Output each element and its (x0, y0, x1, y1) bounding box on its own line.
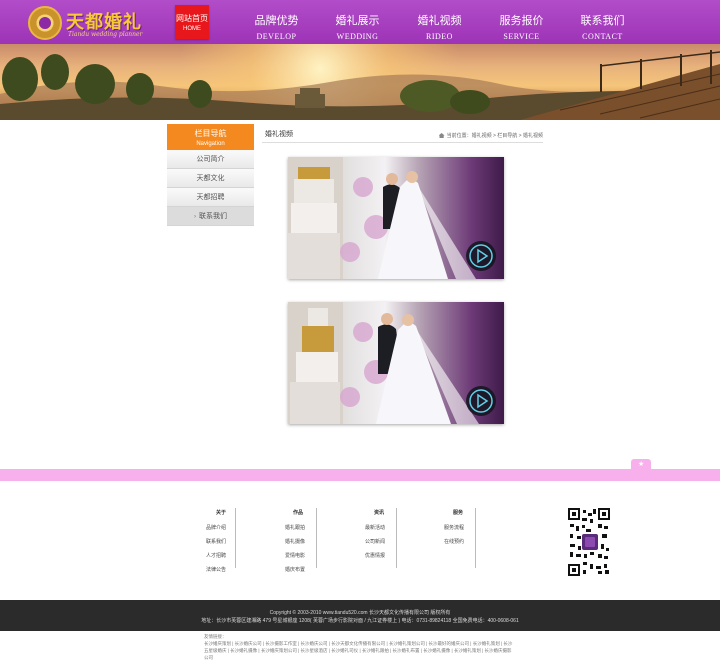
friend-link[interactable]: 长沙最好的婚庆公司 (429, 641, 470, 646)
footer-separator (396, 508, 397, 568)
copyright-text: Copyright © 2003-2010 www.tiandu520.com … (269, 610, 451, 616)
friend-link[interactable]: 长沙婚礼摄像 (230, 648, 257, 653)
friend-link[interactable]: 长沙婚礼策划 (454, 648, 481, 653)
video-thumbnail[interactable] (288, 302, 504, 424)
footer-column-works: 作品 婚礼跟拍 婚礼摄像 爱情电影 婚庆布置 (285, 509, 355, 573)
hero-banner (0, 44, 720, 120)
footer-link[interactable]: 最新活动 (365, 524, 435, 531)
friend-link[interactable]: 长沙天都文化传播有限公司 (331, 641, 385, 646)
friend-links: 友情链接： 长沙婚庆策划 | 长沙婚庆公司 | 长沙摄影工作室 | 长沙婚庆公司… (204, 633, 516, 661)
nav-item-video[interactable]: 婚礼视频 RIDEO (399, 0, 480, 44)
nav-label-en: DEVELOP (256, 32, 297, 41)
friend-link[interactable]: 长沙婚礼布置 (393, 648, 420, 653)
copyright-bar: Copyright © 2003-2010 www.tiandu520.com … (0, 600, 720, 631)
footer-link[interactable]: 优惠情报 (365, 552, 435, 559)
friend-link[interactable]: 长沙婚礼策划公司 (389, 641, 425, 646)
footer-column-about: 关于 品牌介绍 联系我们 人才招聘 法律公告 (206, 509, 276, 573)
nav-label: 联系我们 (580, 15, 625, 27)
play-icon[interactable] (466, 386, 496, 416)
nav-label: 品牌优势 (254, 15, 299, 27)
star-icon: ★ (638, 460, 645, 468)
footer-link[interactable]: 联系我们 (206, 538, 276, 545)
footer-link[interactable]: 公司新闻 (365, 538, 435, 545)
divider-strip (0, 469, 720, 481)
friend-link[interactable]: 长沙婚庆策划 (204, 641, 231, 646)
footer-column-heading: 作品 (293, 510, 304, 516)
footer-column-heading: 资讯 (374, 510, 385, 516)
logo-emblem-icon (28, 6, 62, 40)
landscape-image (0, 44, 720, 120)
play-icon[interactable] (466, 241, 496, 271)
video-thumbnail[interactable] (288, 157, 504, 279)
nav-item-contact[interactable]: 联系我们 CONTACT (562, 0, 643, 44)
nav-label-en: CONTACT (582, 32, 623, 41)
footer-separator (316, 508, 317, 568)
footer-link[interactable]: 品牌介绍 (206, 524, 276, 531)
sidebar-item-recruit[interactable]: 天都招聘 (167, 188, 254, 207)
footer-link[interactable]: 爱情电影 (285, 552, 355, 559)
footer-column-heading: 关于 (216, 510, 227, 516)
friend-link[interactable]: 长沙婚庆公司 (301, 641, 328, 646)
friend-link[interactable]: 长沙婚庆策划公司 (261, 648, 297, 653)
home-icon (438, 133, 445, 138)
footer-separator (475, 508, 476, 568)
nav-item-wedding[interactable]: 婚礼展示 WEDDING (317, 0, 398, 44)
chevron-right-icon: › (194, 214, 196, 220)
sidebar-title: 栏目导航 (194, 129, 227, 138)
footer-link[interactable]: 人才招聘 (206, 552, 276, 559)
footer-link[interactable]: 婚礼跟拍 (285, 524, 355, 531)
footer-column-news: 资讯 最新活动 公司新闻 优惠情报 (365, 509, 435, 569)
nav-label-en: WEDDING (336, 32, 379, 41)
nav-item-develop[interactable]: 品牌优势 DEVELOP (236, 0, 317, 44)
friend-link[interactable]: 长沙星级酒店 (301, 648, 328, 653)
page-title: 婚礼视频 (265, 131, 293, 138)
sidebar-header: 栏目导航 Navigation (167, 124, 254, 150)
sidebar-item-label: 联系我们 (199, 213, 227, 220)
friend-link[interactable]: 长沙婚礼摄像 (423, 648, 450, 653)
contact-address: 地址：长沙市芙蓉区建湘路 479 号星城银座 1208( 芙蓉广场步行影院对面 … (201, 618, 519, 624)
footer-link[interactable]: 服务流程 (444, 524, 514, 531)
wechat-qr-code (568, 508, 610, 576)
breadcrumb: 当前位置：婚礼视频 > 栏目导航 > 婚礼视频 (438, 132, 543, 139)
sidebar-item-about[interactable]: 公司简介 (167, 150, 254, 169)
site-logo[interactable]: 天都婚礼 Tiandu wedding planner (28, 6, 168, 40)
friend-link[interactable]: 长沙摄影工作室 (265, 641, 297, 646)
friend-link[interactable]: 长沙婚礼跟拍 (362, 648, 389, 653)
top-nav-bar: 天都婚礼 Tiandu wedding planner 网站首页 HOME 品牌… (0, 0, 720, 44)
footer-column-heading: 服务 (453, 510, 464, 516)
footer-column-service: 服务 服务流程 在线预约 (444, 509, 514, 569)
sidebar-title-en: Navigation (196, 141, 225, 147)
breadcrumb-text: 当前位置：婚礼视频 > 栏目导航 > 婚礼视频 (446, 133, 543, 139)
home-label: 网站首页 (176, 14, 208, 23)
sidebar-item-contact[interactable]: › 联系我们 (167, 207, 254, 226)
home-nav-button[interactable]: 网站首页 HOME (175, 5, 209, 39)
nav-label: 服务报价 (499, 15, 544, 27)
nav-label: 婚礼展示 (335, 15, 380, 27)
nav-label-en: SERVICE (503, 32, 540, 41)
sidebar: 栏目导航 Navigation 公司简介 天都文化 天都招聘 › 联系我们 (167, 124, 254, 226)
nav-item-service[interactable]: 服务报价 SERVICE (481, 0, 562, 44)
friend-link[interactable]: 长沙婚庆公司 (235, 641, 262, 646)
nav-label-en: RIDEO (426, 32, 453, 41)
home-label-en: HOME (183, 26, 201, 32)
footer-separator (235, 508, 236, 568)
friend-link[interactable]: 长沙婚礼司仪 (331, 648, 358, 653)
footer-link[interactable]: 婚礼摄像 (285, 538, 355, 545)
nav-label: 婚礼视频 (417, 15, 462, 27)
footer-link[interactable]: 在线预约 (444, 538, 514, 545)
sidebar-item-culture[interactable]: 天都文化 (167, 169, 254, 188)
friend-link[interactable]: 长沙婚礼策划 (473, 641, 500, 646)
main-content: 婚礼视频 当前位置：婚礼视频 > 栏目导航 > 婚礼视频 (262, 127, 543, 442)
breadcrumb-bar: 婚礼视频 当前位置：婚礼视频 > 栏目导航 > 婚礼视频 (262, 127, 543, 143)
footer-link[interactable]: 法律公告 (206, 566, 276, 573)
footer-link[interactable]: 婚庆布置 (285, 566, 355, 573)
friend-links-label: 友情链接： (204, 634, 227, 639)
logo-subtitle: Tiandu wedding planner (68, 31, 143, 38)
